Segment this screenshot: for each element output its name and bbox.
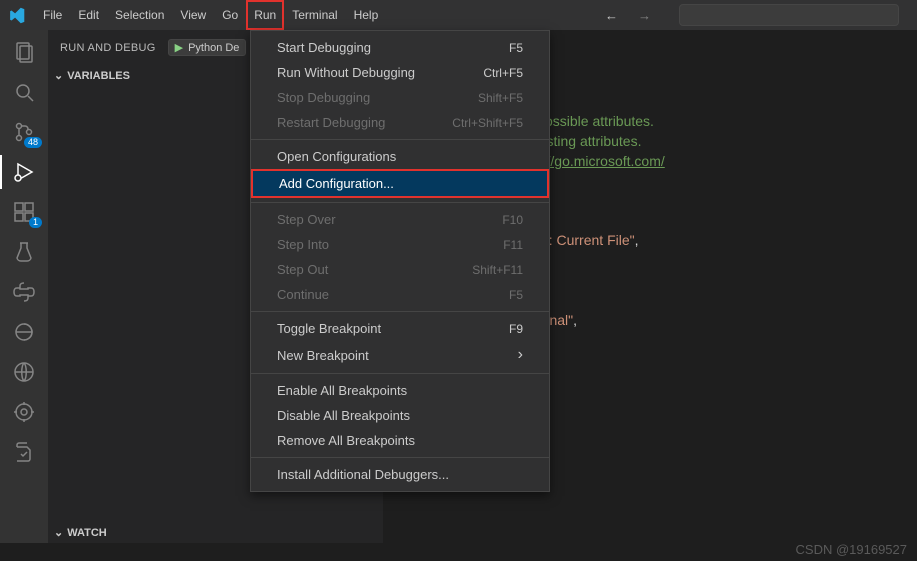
menu-item-label: New Breakpoint [277,348,369,363]
menu-item-run-without-debugging[interactable]: Run Without Debugging Ctrl+F5 [251,60,549,85]
activity-python-icon[interactable] [10,278,38,306]
menu-item-continue: Continue F5 [251,282,549,307]
chevron-down-icon: ⌄ [54,69,63,82]
activity-testing-icon[interactable] [10,238,38,266]
menu-item-label: Open Configurations [277,149,396,164]
menu-item-label: Toggle Breakpoint [277,321,381,336]
menu-item-label: Step Into [277,237,329,252]
menu-run[interactable]: Run [246,0,284,30]
command-center-input[interactable] [679,4,899,26]
activity-extensions-icon[interactable]: 1 [10,198,38,226]
menu-item-open-configurations[interactable]: Open Configurations [251,144,549,169]
debug-config-label: Python De [188,42,239,54]
nav-forward-icon[interactable]: → [638,8,651,23]
menu-item-start-debugging[interactable]: Start Debugging F5 [251,35,549,60]
menu-item-add-configuration[interactable]: Add Configuration... [251,169,549,198]
menu-item-shortcut: Ctrl+Shift+F5 [452,116,523,130]
nav-arrows: ← → [605,4,909,26]
activity-badge: 1 [29,217,42,228]
menu-item-shortcut: Ctrl+F5 [483,66,523,80]
menu-item-disable-all-breakpoints[interactable]: Disable All Breakpoints [251,403,549,428]
section-watch-label: WATCH [67,527,107,539]
menu-item-shortcut: F5 [509,288,523,302]
menu-item-toggle-breakpoint[interactable]: Toggle Breakpoint F9 [251,316,549,341]
menu-edit[interactable]: Edit [70,0,107,30]
menu-item-label: Start Debugging [277,40,371,55]
play-icon: ▶ [175,41,183,54]
menu-item-step-over: Step Over F10 [251,207,549,232]
run-menu-dropdown: Start Debugging F5 Run Without Debugging Ct… [250,30,550,492]
watermark: CSDN @19169527 [796,542,907,557]
activity-run-debug-icon[interactable] [10,158,38,186]
menu-item-label: Step Out [277,262,328,277]
menu-item-label: Enable All Breakpoints [277,383,407,398]
menu-item-new-breakpoint[interactable]: New Breakpoint [251,341,549,369]
menu-item-shortcut: F11 [503,238,523,252]
menu-separator [251,373,549,374]
nav-back-icon[interactable]: ← [605,8,618,23]
menu-item-restart-debugging: Restart Debugging Ctrl+Shift+F5 [251,110,549,135]
menu-item-remove-all-breakpoints[interactable]: Remove All Breakpoints [251,428,549,453]
titlebar: FileEditSelectionViewGoRunTerminalHelp ←… [0,0,917,30]
menu-item-shortcut: F5 [509,41,523,55]
menu-item-label: Remove All Breakpoints [277,433,415,448]
activity-remote-explorer-icon[interactable] [10,358,38,386]
menu-item-label: Install Additional Debuggers... [277,467,449,482]
menu-selection[interactable]: Selection [107,0,172,30]
activity-source-control-icon[interactable]: 48 [10,118,38,146]
menu-item-label: Step Over [277,212,336,227]
debug-config-selector[interactable]: ▶ Python De [168,39,247,56]
activity-search-icon[interactable] [10,78,38,106]
menu-separator [251,457,549,458]
vscode-logo-icon [8,7,25,24]
menu-item-label: Continue [277,287,329,302]
chevron-down-icon: ⌄ [54,526,63,539]
menu-help[interactable]: Help [346,0,387,30]
menu-terminal[interactable]: Terminal [284,0,345,30]
activitybar: 48 1 [0,30,48,543]
menu-item-label: Stop Debugging [277,90,370,105]
menu-separator [251,139,549,140]
menu-item-step-into: Step Into F11 [251,232,549,257]
menu-item-shortcut: Shift+F11 [472,263,523,277]
activity-diff-icon[interactable] [10,438,38,466]
menu-item-label: Restart Debugging [277,115,385,130]
activity-badge: 48 [24,137,42,148]
activity-python-env-icon[interactable] [10,318,38,346]
menu-item-enable-all-breakpoints[interactable]: Enable All Breakpoints [251,378,549,403]
menu-item-stop-debugging: Stop Debugging Shift+F5 [251,85,549,110]
menu-item-label: Disable All Breakpoints [277,408,410,423]
menu-item-step-out: Step Out Shift+F11 [251,257,549,282]
section-variables-label: VARIABLES [67,70,130,82]
menu-item-shortcut: F10 [502,213,523,227]
sidebar-title: RUN AND DEBUG [60,42,156,54]
menu-item-shortcut: Shift+F5 [478,91,523,105]
menu-separator [251,202,549,203]
menubar: FileEditSelectionViewGoRunTerminalHelp [35,0,386,30]
menu-go[interactable]: Go [214,0,246,30]
section-watch[interactable]: ⌄ WATCH [48,522,383,543]
menu-view[interactable]: View [172,0,214,30]
menu-item-install-additional-debuggers[interactable]: Install Additional Debuggers... [251,462,549,487]
activity-explorer-icon[interactable] [10,38,38,66]
menu-item-label: Add Configuration... [279,176,394,191]
menu-item-shortcut: F9 [509,322,523,336]
activity-live-share-icon[interactable] [10,398,38,426]
menu-item-label: Run Without Debugging [277,65,415,80]
menu-separator [251,311,549,312]
menu-file[interactable]: File [35,0,70,30]
